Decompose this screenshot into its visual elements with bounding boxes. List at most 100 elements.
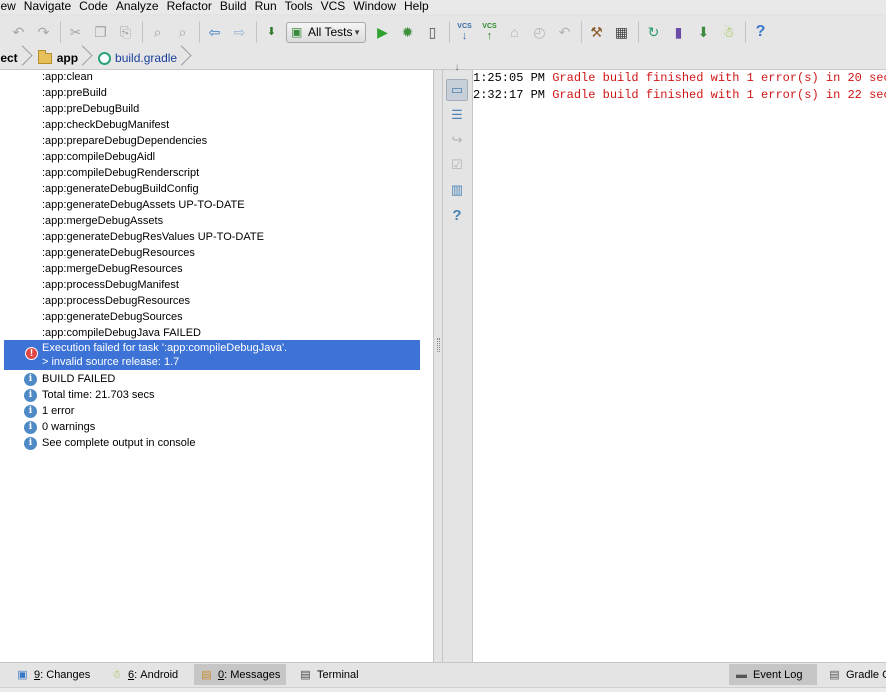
task-row[interactable]: :app:mergeDebugAssets <box>42 214 163 230</box>
menu-bar: View Navigate Code Analyze Refactor Buil… <box>0 0 886 14</box>
tab-gradle-console[interactable]: ▤ Gradle Console <box>822 664 886 685</box>
error-message-line1: Execution failed for task ':app:compileD… <box>42 342 288 354</box>
vcs-update-icon[interactable]: VCS ↓ <box>454 22 475 43</box>
scroll-up-icon[interactable]: ↓ <box>446 58 468 76</box>
task-row[interactable]: :app:processDebugManifest <box>42 278 179 294</box>
find-icon[interactable]: ⌕ <box>147 22 168 43</box>
task-row[interactable]: :app:preDebugBuild <box>42 102 139 118</box>
menu-run[interactable]: Run <box>251 0 281 14</box>
tab-label: Messages <box>230 668 281 681</box>
menu-build[interactable]: Build <box>216 0 251 14</box>
tab-messages[interactable]: ▤ 0: Messages <box>194 664 287 685</box>
sync-gradle-icon[interactable]: ↻ <box>643 22 664 43</box>
toolbar-separator <box>142 21 143 43</box>
task-row[interactable]: :app:preBuild <box>42 86 107 102</box>
event-text[interactable]: Gradle build finished with 1 error(s) in… <box>552 88 886 102</box>
breadcrumb-file-label: build.gradle <box>115 51 178 65</box>
task-row[interactable]: :app:processDebugResources <box>42 294 190 310</box>
forward-icon[interactable]: ⇨ <box>229 22 250 43</box>
export-log-icon[interactable]: ↪ <box>446 129 468 151</box>
event-text[interactable]: Gradle build finished with 1 error(s) in… <box>552 71 886 85</box>
help-icon[interactable]: ? <box>446 204 468 226</box>
tool-window-bar: ▣ 9: Changes ☃ 6: Android ▤ 0: Messages … <box>0 662 886 692</box>
vcs-history-icon[interactable]: ◴ <box>529 22 550 43</box>
toolbar-separator <box>581 21 582 43</box>
menu-tools[interactable]: Tools <box>281 0 317 14</box>
breadcrumb-module[interactable]: app <box>32 47 92 70</box>
task-row[interactable]: :app:generateDebugBuildConfig <box>42 182 199 198</box>
vcs-revert-icon[interactable]: ↶ <box>554 22 575 43</box>
breadcrumb-project[interactable]: Project <box>0 47 32 70</box>
undo-icon[interactable]: ↶ <box>8 22 29 43</box>
task-row[interactable]: :app:mergeDebugResources <box>42 262 183 278</box>
info-row[interactable]: i See complete output in console <box>24 435 196 451</box>
task-row[interactable]: :app:generateDebugAssets UP-TO-DATE <box>42 198 245 214</box>
panel-splitter[interactable] <box>434 70 443 662</box>
info-row[interactable]: i 1 error <box>24 403 74 419</box>
tab-changes[interactable]: ▣ 9: Changes <box>10 664 96 685</box>
menu-window[interactable]: Window <box>349 0 400 14</box>
menu-view[interactable]: View <box>0 0 20 14</box>
vcs-commit-icon[interactable]: VCS ↑ <box>479 22 500 43</box>
settings-wrench-icon[interactable]: ⚒ <box>586 22 607 43</box>
menu-help[interactable]: Help <box>400 0 433 14</box>
debug-icon[interactable]: ✹ <box>397 22 418 43</box>
android-monitor-icon[interactable]: ☃ <box>718 22 739 43</box>
splitter-grip[interactable] <box>437 338 440 352</box>
tab-event-log[interactable]: ▬ Event Log <box>729 664 817 685</box>
paste-icon[interactable]: ⎘ <box>115 22 136 43</box>
help-icon[interactable]: ? <box>750 22 771 43</box>
task-row[interactable]: :app:generateDebugSources <box>42 310 183 326</box>
menu-analyze[interactable]: Analyze <box>112 0 163 14</box>
breadcrumb-file[interactable]: build.gradle <box>92 47 191 70</box>
task-row[interactable]: :app:compileDebugRenderscript <box>42 166 199 182</box>
copy-icon[interactable]: ❐ <box>90 22 111 43</box>
run-config-label: All Tests <box>308 25 353 39</box>
info-row[interactable]: i Total time: 21.703 secs <box>24 387 155 403</box>
event-log-entry[interactable]: 1:25:05 PM Gradle build finished with 1 … <box>473 70 886 86</box>
info-row[interactable]: i 0 warnings <box>24 419 95 435</box>
replace-icon[interactable]: ⌕ <box>172 22 193 43</box>
toolbar-separator <box>60 21 61 43</box>
info-row[interactable]: i BUILD FAILED <box>24 371 115 387</box>
event-log-entry[interactable]: 2:32:17 PM Gradle build finished with 1 … <box>473 87 886 103</box>
run-config-select[interactable]: ▣ All Tests ▼ <box>286 21 366 43</box>
tab-terminal[interactable]: ▤ Terminal <box>293 664 365 685</box>
menu-refactor[interactable]: Refactor <box>163 0 216 14</box>
toolbar-separator <box>745 21 746 43</box>
menu-navigate[interactable]: Navigate <box>20 0 75 14</box>
clear-log-icon[interactable]: ▥ <box>446 179 468 201</box>
task-row[interactable]: :app:clean <box>42 70 93 86</box>
tab-android[interactable]: ☃ 6: Android <box>104 664 184 685</box>
run-icon[interactable]: ▶ <box>372 22 393 43</box>
tab-label: Terminal <box>317 668 359 681</box>
event-log-settings-icon[interactable]: ☰ <box>446 104 468 126</box>
tab-label: Changes <box>46 668 91 681</box>
task-row[interactable]: :app:checkDebugManifest <box>42 118 169 134</box>
vcs-lock-icon[interactable]: ⌂ <box>504 22 525 43</box>
back-icon[interactable]: ⇦ <box>204 22 225 43</box>
task-row[interactable]: :app:prepareDebugDependencies <box>42 134 207 150</box>
cut-icon[interactable]: ✂ <box>65 22 86 43</box>
make-project-icon[interactable]: ⬇ <box>261 22 282 43</box>
task-row[interactable]: :app:compileDebugAidl <box>42 150 155 166</box>
mark-read-icon[interactable]: ☑ <box>446 154 468 176</box>
menu-vcs[interactable]: VCS <box>317 0 350 14</box>
show-balloons-icon[interactable]: ▭ <box>446 79 468 101</box>
info-icon: i <box>24 372 37 386</box>
task-row[interactable]: :app:generateDebugResources <box>42 246 195 262</box>
menu-code[interactable]: Code <box>75 0 112 14</box>
info-icon: i <box>24 404 37 418</box>
toolbar-separator <box>199 21 200 43</box>
sdk-manager-icon[interactable]: ⬇ <box>693 22 714 43</box>
attach-debugger-icon[interactable]: ▯ <box>422 22 443 43</box>
error-message-row[interactable]: ! Execution failed for task ':app:compil… <box>4 340 420 370</box>
redo-icon[interactable]: ↷ <box>33 22 54 43</box>
gradle-console-icon: ▤ <box>829 669 840 681</box>
task-row[interactable]: :app:generateDebugResValues UP-TO-DATE <box>42 230 264 246</box>
event-log-panel[interactable]: 1:25:05 PM Gradle build finished with 1 … <box>473 70 886 662</box>
avd-manager-icon[interactable]: ▮ <box>668 22 689 43</box>
project-structure-icon[interactable]: ▦ <box>611 22 632 43</box>
messages-panel[interactable]: :app:clean :app:preBuild :app:preDebugBu… <box>0 70 434 662</box>
toolbar-separator <box>256 21 257 43</box>
